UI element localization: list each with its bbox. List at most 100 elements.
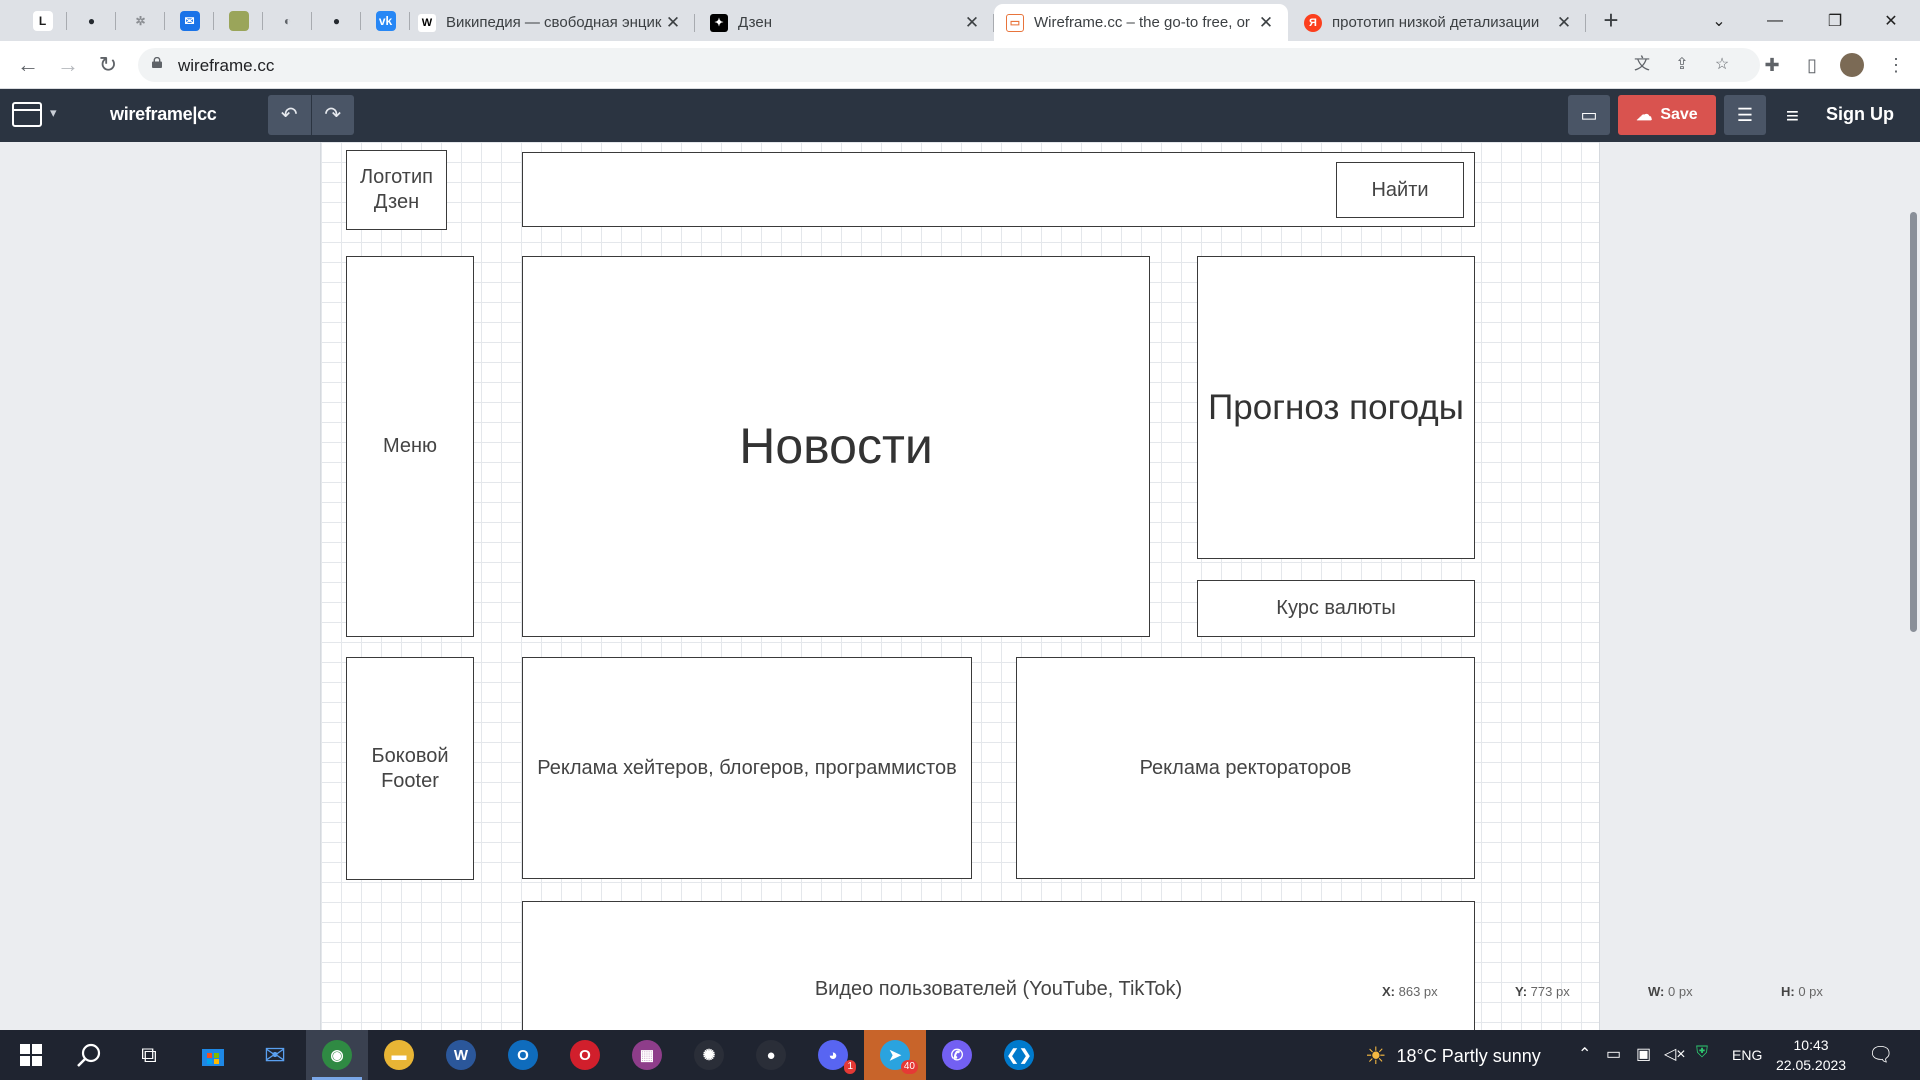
github-icon: ●: [81, 10, 102, 31]
wf-news-box[interactable]: Новости: [522, 256, 1150, 637]
close-icon[interactable]: ✕: [1554, 13, 1574, 33]
redo-icon[interactable]: ↷: [312, 95, 355, 135]
shield-icon[interactable]: ⛨: [1696, 1044, 1708, 1062]
extensions-icon[interactable]: ✚: [1760, 53, 1784, 77]
side-panel-icon[interactable]: ▯: [1800, 53, 1824, 77]
clock[interactable]: 10:43 22.05.2023: [1776, 1035, 1846, 1075]
telegram-icon[interactable]: ➤ 40: [864, 1030, 926, 1080]
settings-sliders-icon[interactable]: ☰: [1724, 95, 1766, 135]
yandex-icon: Я: [1304, 13, 1322, 32]
tab-yandex[interactable]: Я прототип низкой детализации ✕: [1292, 4, 1586, 41]
comment-icon[interactable]: ▭: [1568, 95, 1610, 135]
url-text[interactable]: wireframe.cc: [178, 56, 274, 76]
document-icon[interactable]: [12, 102, 42, 127]
wf-ads-rectors-box[interactable]: Реклама ректораторов: [1016, 657, 1475, 879]
vscode-icon[interactable]: ❮❯: [988, 1030, 1050, 1080]
browser-menu-icon[interactable]: ⋮: [1884, 53, 1908, 77]
wf-ads-bloggers-box[interactable]: Реклама хейтеров, блогеров, программисто…: [522, 657, 972, 879]
wf-header-box[interactable]: Найти: [522, 152, 1475, 227]
battery-icon[interactable]: ▭: [1606, 1044, 1621, 1064]
pinned-tab[interactable]: ◐: [263, 0, 312, 41]
close-icon[interactable]: ✕: [663, 13, 683, 33]
tab-wikipedia[interactable]: W Википедия — свободная энцик ✕: [406, 4, 695, 41]
clock-time: 10:43: [1793, 1037, 1829, 1053]
mail-icon[interactable]: ✉: [244, 1030, 306, 1080]
sign-up-link[interactable]: Sign Up: [1826, 104, 1894, 125]
save-label: Save: [1660, 106, 1698, 123]
wireframe-canvas[interactable]: Логотип Дзен Найти Меню Новости Прогноз …: [320, 142, 1600, 1030]
start-windows-icon[interactable]: [0, 1030, 62, 1080]
wf-side-footer-box[interactable]: Боковой Footer: [346, 657, 474, 880]
back-icon[interactable]: ←: [14, 51, 42, 79]
viber-icon-glyph: ✆: [942, 1040, 972, 1070]
file-explorer-icon[interactable]: ▬: [368, 1030, 430, 1080]
bookmark-star-icon[interactable]: ☆: [1712, 55, 1732, 75]
task-view-icon[interactable]: ⧉: [118, 1030, 180, 1080]
store-icon[interactable]: [182, 1030, 244, 1080]
close-icon[interactable]: ✕: [962, 13, 982, 33]
pinned-tab[interactable]: L: [18, 0, 67, 41]
word-icon-glyph: W: [446, 1040, 476, 1070]
game-icon: ●: [228, 10, 249, 31]
chevron-down-icon[interactable]: ▾: [50, 105, 57, 121]
tab-search-icon[interactable]: ⌄: [1694, 0, 1744, 41]
tab-wireframe[interactable]: ▭ Wireframe.cc – the go-to free, or ✕: [994, 4, 1288, 41]
pinned-tab[interactable]: vk: [361, 0, 410, 41]
chrome-icon-glyph: ◉: [322, 1040, 352, 1070]
notifications-icon[interactable]: 🗨: [1868, 1042, 1893, 1067]
minimize-icon[interactable]: —: [1750, 0, 1800, 41]
wf-logo-box[interactable]: Логотип Дзен: [346, 150, 447, 230]
forward-icon[interactable]: →: [54, 51, 82, 79]
chevron-up-icon[interactable]: ⌃: [1578, 1044, 1591, 1064]
volume-icon[interactable]: ◁×: [1664, 1044, 1686, 1064]
y-coordinate: Y: 773 px: [1515, 984, 1570, 999]
wf-menu-box[interactable]: Меню: [346, 256, 474, 637]
network-icon[interactable]: ▣: [1636, 1044, 1651, 1064]
search-icon[interactable]: [58, 1030, 120, 1080]
weather-widget[interactable]: ☀ 18°C Partly sunny: [1365, 1042, 1541, 1071]
pinned-tab[interactable]: ●: [214, 0, 263, 41]
share-icon[interactable]: ⇪: [1672, 55, 1692, 75]
pinned-tab[interactable]: ✉: [165, 0, 214, 41]
wf-search-button[interactable]: Найти: [1336, 162, 1464, 218]
vk-icon: vk: [375, 10, 396, 31]
vertical-scrollbar[interactable]: [1910, 212, 1917, 632]
viber-icon[interactable]: ✆: [926, 1030, 988, 1080]
opera-icon[interactable]: O: [554, 1030, 616, 1080]
winrar-icon[interactable]: ▦: [616, 1030, 678, 1080]
avatar[interactable]: [1840, 53, 1864, 77]
reload-icon[interactable]: ↻: [94, 51, 122, 79]
wf-currency-box[interactable]: Курс валюты: [1197, 580, 1475, 637]
undo-icon[interactable]: ↶: [268, 95, 312, 135]
new-tab-button[interactable]: +: [1596, 6, 1626, 36]
wf-weather-box[interactable]: Прогноз погоды: [1197, 256, 1475, 559]
restore-icon[interactable]: ❐: [1810, 0, 1860, 41]
language-indicator[interactable]: ENG: [1732, 1047, 1762, 1063]
close-window-icon[interactable]: ✕: [1866, 0, 1916, 41]
opera-icon-glyph: O: [570, 1040, 600, 1070]
word-icon[interactable]: W: [430, 1030, 492, 1080]
openai-icon[interactable]: ✺: [678, 1030, 740, 1080]
address-bar[interactable]: wireframe.cc 文 ⇪ ☆: [138, 48, 1760, 82]
tab-dzen[interactable]: ✦ Дзен ✕: [698, 4, 994, 41]
outlook-icon[interactable]: O: [492, 1030, 554, 1080]
globe-icon: ◐: [277, 10, 298, 31]
workspace[interactable]: Логотип Дзен Найти Меню Новости Прогноз …: [0, 142, 1920, 1030]
pinned-tab[interactable]: ●: [67, 0, 116, 41]
weather-text: 18°C Partly sunny: [1396, 1046, 1541, 1066]
browser-toolbar: ← → ↻ wireframe.cc 文 ⇪ ☆ ✚ ▯ ⋮: [0, 41, 1920, 89]
wf-side-footer-label: Боковой Footer: [371, 744, 449, 792]
github-desktop-icon[interactable]: ●: [740, 1030, 802, 1080]
wf-user-video-box[interactable]: Видео пользователей (YouTube, TikTok): [522, 901, 1475, 1030]
hamburger-icon[interactable]: ≡: [1786, 103, 1799, 129]
wf-currency-label: Курс валюты: [1276, 597, 1396, 619]
partly-sunny-icon: ☀: [1365, 1043, 1387, 1070]
save-button[interactable]: ☁ Save: [1618, 95, 1716, 135]
close-icon[interactable]: ✕: [1256, 13, 1276, 33]
discord-icon[interactable]: ◕ 1: [802, 1030, 864, 1080]
chrome-icon[interactable]: ◉: [306, 1030, 368, 1080]
translate-icon[interactable]: 文: [1632, 55, 1652, 75]
pinned-tab[interactable]: ✲: [116, 0, 165, 41]
pinned-tabs: L ● ✲ ✉ ● ◐ ● vk: [18, 0, 410, 41]
pinned-tab[interactable]: ●: [312, 0, 361, 41]
